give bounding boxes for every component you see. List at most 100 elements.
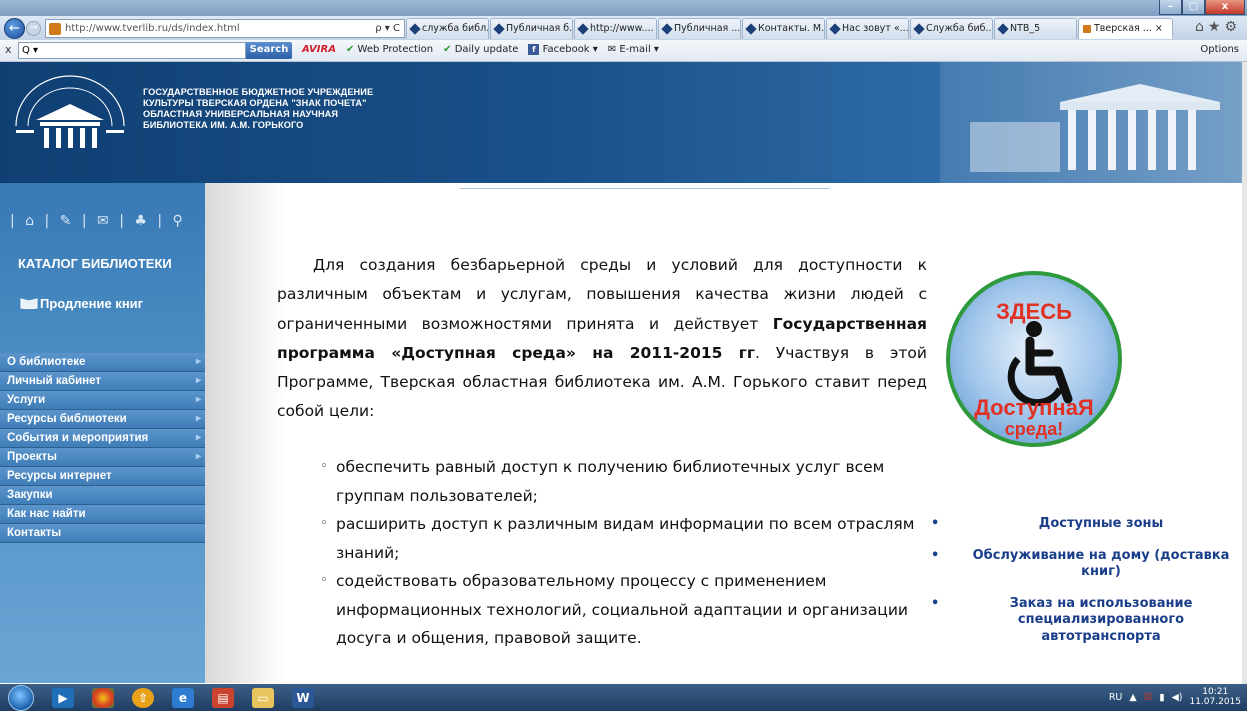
address-bar[interactable]: http://www.tverlib.ru/ds/index.html ρ ▾ …	[45, 19, 405, 38]
toolbar-close-icon[interactable]: x	[5, 43, 12, 56]
browser-app-icon[interactable]: ⇧	[132, 688, 154, 708]
avira-toolbar: x Q ▾ Search AVIRA ✔ Web Protection ✔ Da…	[0, 40, 1247, 62]
sidebar-item-purchases[interactable]: Закупки	[0, 486, 205, 505]
browser-tab[interactable]: NTB_5	[994, 18, 1077, 39]
email-label: E-mail ▾	[619, 44, 659, 55]
sidebar-item-account[interactable]: Личный кабинет ▸	[0, 372, 205, 391]
start-button[interactable]	[8, 685, 34, 711]
email-item[interactable]: ✉ E-mail ▾	[608, 44, 659, 55]
browser-tab[interactable]: http://www....	[574, 18, 657, 39]
back-button[interactable]: ←	[4, 18, 25, 39]
sidebar-item-contacts[interactable]: Контакты	[0, 524, 205, 543]
link-label: Заказ на использование специализированно…	[1009, 595, 1193, 644]
media-player-icon[interactable]: ▶	[52, 688, 74, 708]
sidebar-item-internet-resources[interactable]: Ресурсы интернет	[0, 467, 205, 486]
arrow-right-icon: ▸	[195, 413, 201, 424]
clock[interactable]: 10:21 11.07.2015	[1189, 687, 1241, 707]
clock-time: 10:21	[1202, 687, 1229, 697]
taskbar-apps: ▶ ⇧ e ▤ ▭ W	[52, 688, 314, 708]
home-icon[interactable]: ⌂	[1195, 19, 1208, 35]
forward-button[interactable]: →	[26, 21, 41, 36]
close-window-button[interactable]: x	[1205, 0, 1245, 15]
page-curl-shadow	[205, 183, 285, 683]
menu-label: Закупки	[7, 489, 53, 501]
facebook-item[interactable]: f Facebook ▾	[528, 44, 598, 55]
maximize-button[interactable]: □	[1182, 0, 1205, 15]
vertical-scrollbar[interactable]	[1242, 62, 1247, 684]
link-special-transport[interactable]: • Заказ на использование специализированн…	[925, 596, 1237, 646]
browser-tab[interactable]: Нас зовут «...	[826, 18, 909, 39]
file-explorer-icon[interactable]: ▭	[252, 688, 274, 708]
menu-label: Проекты	[7, 451, 57, 463]
minimize-button[interactable]: –	[1159, 0, 1182, 15]
menu-label: О библиотеке	[7, 356, 86, 368]
site-favicon-icon	[49, 23, 61, 35]
browser-nav-icons: ⌂★⚙	[1195, 19, 1241, 35]
library-logo[interactable]	[6, 74, 134, 156]
browser-tab[interactable]: Служба биб...	[910, 18, 993, 39]
arrow-right-icon: ▸	[195, 451, 201, 462]
menu-label: Личный кабинет	[7, 375, 101, 387]
window-title-bar: – □ x	[0, 0, 1247, 16]
address-url: http://www.tverlib.ru/ds/index.html	[65, 23, 240, 34]
clock-date: 11.07.2015	[1189, 697, 1241, 707]
browser-tab[interactable]: служба библ...	[406, 18, 489, 39]
web-protection-item[interactable]: ✔ Web Protection	[346, 44, 433, 55]
address-tools[interactable]: ρ ▾ C	[375, 20, 400, 37]
renew-books-link[interactable]: Продление книг	[20, 296, 143, 311]
bullet-dot: •	[931, 595, 940, 611]
chrome-icon[interactable]	[92, 688, 114, 708]
library-catalog-link[interactable]: КАТАЛОГ БИБЛИОТЕКИ	[18, 256, 172, 271]
volume-icon[interactable]: ◀)	[1171, 692, 1182, 703]
toolbar-options[interactable]: Options	[1200, 44, 1239, 55]
link-home-service[interactable]: • Обслуживание на дому (доставка книг)	[925, 548, 1237, 581]
menu-label: Услуги	[7, 394, 46, 406]
presentation-app-icon[interactable]: ▤	[212, 688, 234, 708]
sidebar-quick-icons[interactable]: | ⌂ | ✎ | ✉ | ♣ | ⚲	[10, 213, 186, 229]
avira-tray-icon[interactable]: ☒	[1144, 692, 1153, 703]
arrow-right-icon: ▸	[195, 432, 201, 443]
arrow-right-icon: ▸	[195, 375, 201, 386]
facebook-label: Facebook ▾	[542, 44, 598, 55]
network-icon[interactable]: ▮	[1159, 692, 1164, 703]
main-content: Для создания безбарьерной среды и услови…	[205, 183, 1242, 683]
list-item: содействовать образовательному процессу …	[320, 567, 920, 653]
sidebar-item-resources[interactable]: Ресурсы библиотеки ▸	[0, 410, 205, 429]
tray-arrow-icon[interactable]: ▲	[1129, 692, 1136, 703]
badge-bottom-text: ДоступнаЯ	[974, 395, 1094, 420]
browser-tab[interactable]: Контакты. М...	[742, 18, 825, 39]
org-line: БИБЛИОТЕКА ИМ. А.М. ГОРЬКОГО	[143, 120, 304, 130]
menu-label: Ресурсы интернет	[7, 470, 112, 482]
sidebar-item-about[interactable]: О библиотеке ▸	[0, 353, 205, 372]
language-indicator[interactable]: RU	[1109, 692, 1123, 703]
toolbar-search-input[interactable]: Q ▾	[18, 42, 246, 59]
site-header: ГОСУДАРСТВЕННОЕ БЮДЖЕТНОЕ УЧРЕЖДЕНИЕ КУЛ…	[0, 62, 1242, 183]
arrow-right-icon: ▸	[195, 356, 201, 367]
favorites-star-icon[interactable]: ★	[1208, 19, 1225, 35]
sidebar-item-directions[interactable]: Как нас найти	[0, 505, 205, 524]
link-accessible-zones[interactable]: • Доступные зоны	[925, 516, 1237, 533]
library-building-image	[940, 62, 1240, 183]
organization-name: ГОСУДАРСТВЕННОЕ БЮДЖЕТНОЕ УЧРЕЖДЕНИЕ КУЛ…	[143, 87, 373, 131]
sidebar-item-projects[interactable]: Проекты ▸	[0, 448, 205, 467]
browser-tab-active[interactable]: Тверская ... ×	[1078, 18, 1173, 39]
internet-explorer-icon[interactable]: e	[172, 688, 194, 708]
browser-tab[interactable]: Публичная ...	[658, 18, 741, 39]
sidebar-item-services[interactable]: Услуги ▸	[0, 391, 205, 410]
bullet-dot: •	[931, 547, 940, 563]
daily-update-label: Daily update	[454, 44, 519, 55]
sidebar-item-events[interactable]: События и мероприятия ▸	[0, 429, 205, 448]
avira-logo[interactable]: AVIRA	[302, 44, 336, 55]
org-line: КУЛЬТУРЫ ТВЕРСКАЯ ОРДЕНА "ЗНАК ПОЧЕТА"	[143, 98, 367, 108]
settings-gear-icon[interactable]: ⚙	[1224, 19, 1241, 35]
windows-taskbar: ▶ ⇧ e ▤ ▭ W RU ▲ ☒ ▮ ◀) 10:21 11.07.2015	[0, 684, 1247, 711]
facebook-icon: f	[528, 44, 540, 55]
menu-label: Ресурсы библиотеки	[7, 413, 127, 425]
browser-tab[interactable]: Публичная б...	[490, 18, 573, 39]
open-book-icon	[20, 298, 38, 309]
daily-update-item[interactable]: ✔ Daily update	[443, 44, 518, 55]
tab-close-icon[interactable]: ×	[1155, 23, 1163, 34]
toolbar-search-button[interactable]: Search	[246, 42, 292, 59]
word-app-icon[interactable]: W	[292, 688, 314, 708]
web-protection-label: Web Protection	[357, 44, 434, 55]
